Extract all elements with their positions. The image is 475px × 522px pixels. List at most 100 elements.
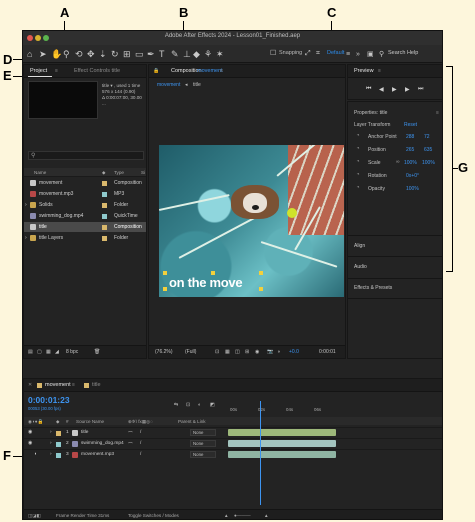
project-item-title-layers[interactable]: › title Layers Folder	[24, 233, 146, 243]
stopwatch-icon[interactable]: ◔	[356, 159, 360, 165]
zoom-in-icon[interactable]: ▲	[264, 513, 269, 518]
bounding-handle[interactable]	[259, 287, 263, 291]
bounding-handle[interactable]	[163, 271, 167, 275]
zoom-out-icon[interactable]: ▲	[224, 513, 229, 518]
project-item-title[interactable]: title Composition	[24, 222, 146, 232]
composition-menu-icon[interactable]: ≡	[220, 68, 223, 74]
home-icon[interactable]: ⌂	[27, 48, 32, 60]
preview-menu-icon[interactable]: ≡	[378, 68, 381, 74]
layer-duration-bar[interactable]	[228, 429, 336, 436]
section-effects-presets[interactable]: Effects & Presets	[354, 285, 392, 291]
zoom-tool-icon[interactable]: ⚲	[63, 48, 70, 60]
roto-brush-tool-icon[interactable]: ⚘	[204, 48, 212, 60]
guides-icon[interactable]: ⊞	[245, 349, 249, 355]
brush-tool-icon[interactable]: ✎	[171, 48, 179, 60]
tab-composition-name[interactable]: movement	[197, 68, 223, 74]
search-icon[interactable]: ⚲	[379, 49, 384, 61]
quality-switch-icon[interactable]: /	[140, 430, 141, 435]
column-number[interactable]: #	[66, 419, 69, 424]
label-column-icon[interactable]: ◆	[102, 170, 106, 176]
anchor-point-y[interactable]: 72	[424, 134, 430, 140]
type-tool-icon[interactable]: T	[159, 48, 165, 60]
eraser-tool-icon[interactable]: ◆	[193, 48, 200, 60]
tab-preview[interactable]: Preview	[354, 68, 374, 74]
panel-toggle-icon[interactable]: ▣	[367, 49, 374, 61]
quality-switch-icon[interactable]: /	[140, 452, 141, 457]
layer-duration-bar[interactable]	[228, 451, 336, 458]
layer-name[interactable]: movement.mp3	[81, 452, 114, 457]
switches-icon[interactable]: ⊕✲\ fx▦◎◌	[128, 419, 153, 425]
column-source-name[interactable]: Source Name	[76, 419, 104, 424]
opacity-value[interactable]: 100%	[406, 186, 419, 192]
workspace-overflow-icon[interactable]: »	[356, 49, 360, 61]
current-time-display[interactable]: 0:00:01	[319, 349, 336, 355]
stopwatch-icon[interactable]: ◔	[356, 172, 360, 178]
project-menu-icon[interactable]: ≡	[55, 68, 58, 74]
resolution-dropdown[interactable]: (Full)	[185, 349, 196, 355]
layer-switches-icon[interactable]: ◫◪◧	[28, 513, 41, 519]
chevron-right-icon[interactable]: ›	[25, 202, 27, 208]
layer-duration-bar[interactable]	[228, 440, 336, 447]
scale-y[interactable]: 100%	[422, 160, 435, 166]
snapping-label[interactable]: Snapping	[279, 50, 302, 56]
quality-switch-icon[interactable]: /	[140, 441, 141, 446]
pan-tool-icon[interactable]: ✥	[87, 48, 95, 60]
shy-switch-icon[interactable]: ⌒	[128, 430, 133, 437]
reset-button[interactable]: Reset	[404, 122, 417, 128]
tab-project[interactable]: Project	[30, 68, 47, 74]
previous-frame-icon[interactable]: ◀	[379, 86, 384, 93]
puppet-tool-icon[interactable]: ✶	[216, 48, 224, 60]
parent-dropdown[interactable]: None	[190, 440, 216, 447]
properties-menu-icon[interactable]: ≡	[436, 110, 439, 116]
play-icon[interactable]: ▶	[392, 86, 397, 93]
snapping-options-icon[interactable]: ⤢	[305, 48, 311, 60]
layer-name[interactable]: swimming_dog.mp4	[81, 441, 124, 446]
section-align[interactable]: Align	[354, 243, 365, 249]
project-item-swimming-dog[interactable]: swimming_dog.mp4 QuickTime	[24, 211, 146, 221]
close-tab-icon[interactable]: ✕	[28, 382, 32, 388]
column-type[interactable]: Type	[114, 170, 124, 175]
parent-dropdown[interactable]: None	[190, 451, 216, 458]
stopwatch-icon[interactable]: ◔	[356, 146, 360, 152]
column-name[interactable]: Name	[34, 170, 46, 175]
label-swatch[interactable]	[102, 214, 107, 219]
position-x[interactable]: 265	[406, 147, 414, 153]
rotate-tool-icon[interactable]: ↻	[111, 48, 119, 60]
graph-editor-icon[interactable]: ◩	[210, 402, 215, 408]
first-frame-icon[interactable]: ⏮	[366, 86, 371, 93]
new-composition-icon[interactable]: ▦	[46, 349, 51, 355]
bounding-handle[interactable]	[163, 287, 167, 291]
layer-name[interactable]: title	[81, 430, 88, 435]
timeline-layer-row-3[interactable]: ◖ › 3 movement.mp3 / None	[24, 449, 442, 459]
region-of-interest-icon[interactable]: ⊡	[215, 349, 219, 355]
label-swatch[interactable]	[102, 192, 107, 197]
project-item-movement[interactable]: movement Composition	[24, 178, 146, 188]
tab-effect-controls[interactable]: Effect Controls title	[74, 68, 120, 74]
search-layers-icon[interactable]: ⇆	[174, 402, 178, 408]
snapping-checkbox-icon[interactable]: ☐	[270, 48, 276, 60]
constrain-proportions-icon[interactable]: ∞	[396, 159, 400, 165]
bit-depth-label[interactable]: 8 bpc	[66, 349, 78, 355]
project-item-solids[interactable]: › Solids Folder	[24, 200, 146, 210]
chevron-right-icon[interactable]: ›	[50, 441, 52, 446]
layer-label-swatch[interactable]	[56, 442, 61, 447]
section-audio[interactable]: Audio	[354, 264, 367, 270]
next-frame-icon[interactable]: ▶	[405, 86, 410, 93]
playhead[interactable]	[260, 401, 261, 505]
stopwatch-icon[interactable]: ◔	[356, 185, 360, 191]
rectangle-tool-icon[interactable]: ▭	[135, 48, 144, 60]
zoom-dropdown[interactable]: (76.2%)	[155, 349, 173, 355]
label-swatch[interactable]	[102, 203, 107, 208]
breadcrumb-title[interactable]: title	[193, 82, 201, 88]
title-overlay-text[interactable]: on the move	[169, 275, 243, 290]
layer-label-swatch[interactable]	[56, 453, 61, 458]
position-y[interactable]: 635	[424, 147, 432, 153]
timeline-zoom-slider[interactable]: ●———	[234, 513, 251, 518]
trash-icon[interactable]: 🗑	[94, 349, 100, 355]
motion-blur-icon[interactable]: ◐	[198, 402, 201, 408]
chevron-right-icon[interactable]: ›	[25, 235, 27, 241]
rotation-value[interactable]: 0x+0°	[406, 173, 419, 179]
orbit-tool-icon[interactable]: ⟲	[75, 48, 83, 60]
project-search-input[interactable]: ⚲	[28, 151, 144, 160]
mask-visibility-icon[interactable]: ◫	[235, 349, 240, 355]
